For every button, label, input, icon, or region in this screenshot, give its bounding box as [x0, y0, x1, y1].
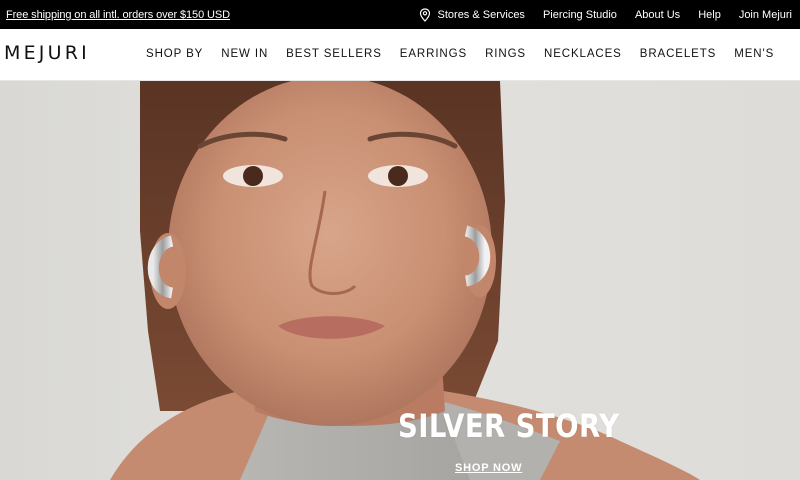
location-pin-icon	[419, 7, 430, 22]
utility-nav: Stores & Services Piercing Studio About …	[419, 7, 792, 22]
free-shipping-link[interactable]: Free shipping on all intl. orders over $…	[6, 9, 230, 21]
nav-new-in[interactable]: NEW IN	[221, 48, 268, 60]
nav-best-sellers[interactable]: BEST SELLERS	[286, 48, 382, 60]
nav-bracelets[interactable]: BRACELETS	[640, 48, 716, 60]
help-link[interactable]: Help	[698, 9, 721, 21]
stores-services-link[interactable]: Stores & Services	[419, 7, 525, 22]
piercing-studio-link[interactable]: Piercing Studio	[543, 9, 617, 21]
nav-rings[interactable]: RINGS	[485, 48, 526, 60]
brand-logo[interactable]: MEJURI	[4, 42, 90, 64]
shop-now-link[interactable]: SHOP NOW	[455, 462, 522, 474]
nav-necklaces[interactable]: NECKLACES	[544, 48, 622, 60]
nav-shop-by[interactable]: SHOP BY	[146, 48, 203, 60]
about-us-link[interactable]: About Us	[635, 9, 680, 21]
hero-banner[interactable]: SILVER STORY SHOP NOW	[0, 81, 800, 480]
nav-earrings[interactable]: EARRINGS	[400, 48, 467, 60]
join-link[interactable]: Join Mejuri	[739, 9, 792, 21]
hero-title: SILVER STORY	[398, 407, 620, 445]
nav-mens[interactable]: MEN'S	[734, 48, 774, 60]
main-header: MEJURI SHOP BY NEW IN BEST SELLERS EARRI…	[0, 29, 800, 81]
main-nav: SHOP BY NEW IN BEST SELLERS EARRINGS RIN…	[146, 48, 774, 60]
announcement-bar: Free shipping on all intl. orders over $…	[0, 0, 800, 29]
stores-services-label: Stores & Services	[437, 8, 525, 21]
